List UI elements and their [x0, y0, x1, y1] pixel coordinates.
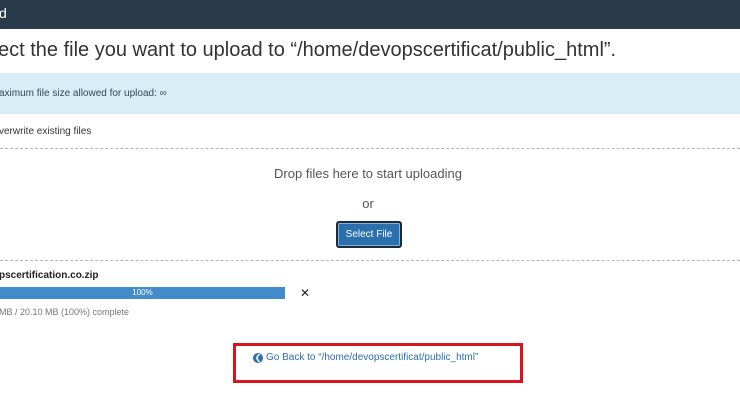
go-back-label: Go Back to “/home/devopscertificat/publi…	[266, 352, 479, 363]
upload-progress-bar: 100%	[0, 287, 285, 299]
max-size-notice: aximum file size allowed for upload: ∞	[0, 73, 740, 114]
upload-file-name: pscertification.co.zip	[0, 270, 99, 281]
top-bar: d	[0, 0, 740, 29]
go-back-link[interactable]: ❮ Go Back to “/home/devopscertificat/pub…	[253, 352, 478, 363]
drop-zone-text: Drop files here to start uploading	[274, 166, 462, 181]
overwrite-option-label[interactable]: verwrite existing files	[0, 126, 91, 137]
highlight-box	[233, 343, 523, 383]
page-heading: ect the file you want to upload to “/hom…	[0, 39, 617, 61]
top-bar-title: d	[0, 5, 7, 21]
upload-size-status: MB / 20.10 MB (100%) complete	[0, 307, 130, 317]
upload-progress-label: 100%	[132, 288, 153, 297]
max-size-text: aximum file size allowed for upload: ∞	[0, 88, 167, 99]
arrow-left-circle-icon: ❮	[253, 352, 263, 363]
select-file-button[interactable]: Select File	[336, 221, 402, 248]
drop-zone-or: or	[362, 196, 374, 211]
remove-upload-icon[interactable]: ✕	[300, 286, 310, 300]
